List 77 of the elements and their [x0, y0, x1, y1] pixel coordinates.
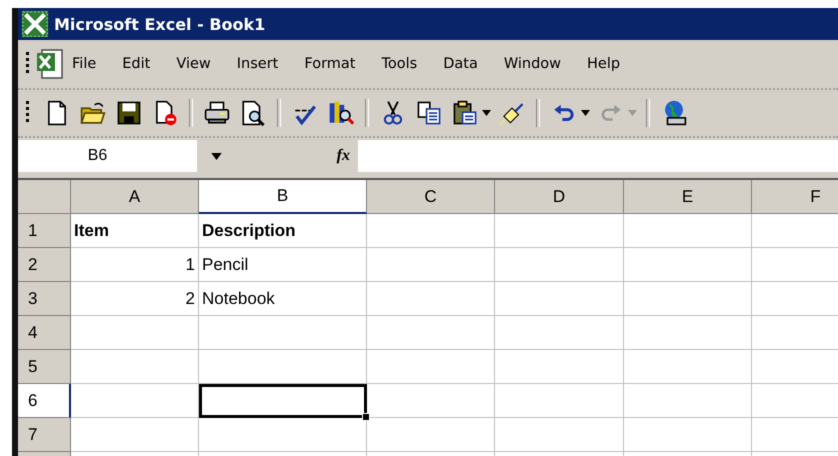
- app-icon: [20, 9, 50, 39]
- table-cell[interactable]: [71, 316, 199, 350]
- printer-icon: [204, 100, 230, 126]
- dropdown-button[interactable]: [580, 108, 591, 118]
- table-cell[interactable]: [367, 282, 495, 316]
- row-header[interactable]: 3: [18, 282, 71, 316]
- function-label: fx: [336, 146, 351, 166]
- table-cell[interactable]: [199, 418, 367, 452]
- table-cell[interactable]: Notebook: [199, 282, 367, 316]
- table-cell[interactable]: [367, 418, 495, 452]
- caret-icon: [581, 110, 590, 116]
- table-cell[interactable]: [367, 316, 495, 350]
- dropdown-button[interactable]: [481, 108, 492, 118]
- table-cell[interactable]: [495, 350, 624, 384]
- column-header[interactable]: F: [752, 180, 838, 214]
- row-header[interactable]: 1: [18, 214, 71, 248]
- table-cell[interactable]: [624, 384, 752, 418]
- table-cell[interactable]: [624, 214, 752, 248]
- print-preview-icon: [240, 100, 266, 126]
- table-cell[interactable]: [71, 384, 199, 418]
- table-cell[interactable]: [624, 418, 752, 452]
- menu-item[interactable]: Help: [587, 54, 620, 74]
- table-cell[interactable]: [71, 350, 199, 384]
- row-header[interactable]: 2: [18, 248, 71, 282]
- window-title: Microsoft Excel - Book1: [54, 14, 266, 34]
- folder-icon: [80, 100, 106, 126]
- column-header[interactable]: E: [624, 180, 752, 214]
- table-cell[interactable]: [495, 316, 624, 350]
- caret-icon: [210, 152, 222, 160]
- table-cell[interactable]: [71, 418, 199, 452]
- table-cell[interactable]: [624, 350, 752, 384]
- column-header[interactable]: A: [71, 180, 199, 214]
- table-cell[interactable]: [624, 248, 752, 282]
- table-cell[interactable]: [495, 214, 624, 248]
- selected-cell[interactable]: [199, 384, 367, 418]
- column-header[interactable]: C: [367, 180, 495, 214]
- menu-item[interactable]: Edit: [122, 54, 150, 74]
- table-cell[interactable]: Item: [71, 214, 199, 248]
- table-cell[interactable]: [367, 350, 495, 384]
- clipboard-icon: [452, 100, 478, 126]
- table-cell[interactable]: 2: [71, 282, 199, 316]
- menu-item[interactable]: Data: [443, 54, 478, 74]
- caret-icon: [482, 110, 491, 116]
- row-header[interactable]: 7: [18, 418, 71, 452]
- column-header[interactable]: B: [199, 180, 367, 214]
- table-cell[interactable]: [624, 282, 752, 316]
- books-magnifier-icon: [328, 100, 354, 126]
- caret-icon: [628, 110, 637, 116]
- table-cell[interactable]: Description: [199, 214, 367, 248]
- menu-item[interactable]: Insert: [236, 54, 278, 74]
- table-cell[interactable]: [624, 316, 752, 350]
- menu-item[interactable]: Tools: [381, 54, 418, 74]
- table-cell[interactable]: [495, 418, 624, 452]
- column-header[interactable]: D: [495, 180, 624, 214]
- menu-item[interactable]: View: [176, 54, 211, 74]
- select-all-corner[interactable]: [18, 180, 71, 214]
- formula-field[interactable]: [358, 140, 838, 172]
- table-cell[interactable]: [367, 214, 495, 248]
- table-cell[interactable]: [199, 316, 367, 350]
- table-cell[interactable]: [367, 384, 495, 418]
- copy-icon: [416, 100, 442, 126]
- workbook-icon[interactable]: [34, 48, 66, 80]
- menu-item[interactable]: Window: [504, 54, 562, 74]
- menu-item[interactable]: Format: [304, 54, 356, 74]
- row-header[interactable]: 5: [18, 350, 71, 384]
- menu-item[interactable]: File: [72, 54, 96, 74]
- table-cell[interactable]: [367, 248, 495, 282]
- table-cell[interactable]: Pencil: [199, 248, 367, 282]
- table-cell[interactable]: [199, 350, 367, 384]
- table-cell[interactable]: [495, 384, 624, 418]
- row-header[interactable]: 4: [18, 316, 71, 350]
- row-header[interactable]: 6: [18, 384, 71, 418]
- table-cell[interactable]: 1: [71, 248, 199, 282]
- name-box[interactable]: B6: [18, 140, 198, 172]
- table-cell[interactable]: [495, 282, 624, 316]
- save-icon: [116, 100, 142, 126]
- table-cell[interactable]: [495, 248, 624, 282]
